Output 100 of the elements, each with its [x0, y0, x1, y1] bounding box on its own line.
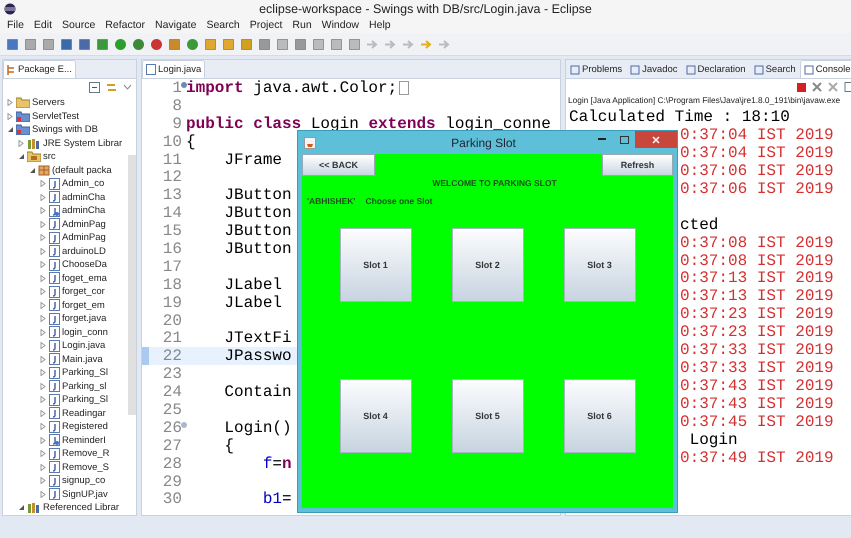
line-number: 22 — [162, 347, 182, 366]
view-tab[interactable]: Search — [750, 60, 800, 78]
console-line: 0:37:49 IST 2019 — [680, 448, 834, 467]
refresh-button[interactable]: Refresh — [602, 154, 673, 176]
tree-item[interactable]: adminCha — [62, 192, 106, 203]
dialog-title: Parking Slot — [450, 136, 517, 150]
console-line: Calculated Time : 18:10 — [569, 108, 790, 126]
line-number: 29 — [162, 472, 182, 491]
line-number: 21 — [162, 329, 182, 348]
code-line: { — [223, 436, 234, 455]
menu-item[interactable]: Navigate — [150, 19, 202, 31]
line-number: 14 — [162, 204, 182, 222]
slot-button[interactable]: Slot 6 — [564, 379, 636, 453]
menu-item[interactable]: File — [2, 19, 29, 31]
code-line: b1= — [262, 490, 292, 508]
tree-item[interactable]: Referenced Librar — [43, 502, 120, 514]
view-tab[interactable]: Console — [800, 60, 851, 78]
tree-item[interactable]: AdminPag — [62, 232, 106, 244]
code-line: JButton — [223, 240, 292, 258]
code-line: JButton — [223, 186, 292, 204]
menu-item[interactable]: Search — [201, 19, 245, 31]
tree-item[interactable]: forget_cor — [62, 286, 105, 298]
tree-item[interactable]: Registered — [62, 421, 108, 432]
console-line: 0:37:04 IST 2019 — [680, 126, 834, 144]
slot-button[interactable]: Slot 2 — [452, 228, 524, 302]
tree-item[interactable]: ReminderI — [62, 434, 106, 446]
line-number: 20 — [162, 312, 182, 330]
tree-item[interactable]: adminCha — [62, 205, 106, 216]
menu-item[interactable]: Help — [364, 19, 396, 31]
line-number: 24 — [162, 383, 182, 402]
code-line: Contain — [223, 383, 292, 402]
console-line: 0:37:13 IST 2019 — [680, 269, 834, 288]
console-line: 0:37:33 IST 2019 — [680, 359, 834, 378]
menu-item[interactable]: Window — [316, 19, 364, 31]
tree-item[interactable]: login_conn — [62, 326, 108, 338]
tree-item[interactable]: forget_em — [62, 300, 105, 311]
code-line: public class Login extends login_conne — [186, 114, 551, 133]
code-line: JPasswo — [223, 347, 292, 366]
code-line: JFrame — [223, 150, 282, 169]
tree-item[interactable]: JRE System Librar — [43, 138, 122, 149]
console-line: 0:37:08 IST 2019 — [680, 234, 834, 252]
view-tab[interactable]: Declaration — [682, 60, 750, 78]
tree-item[interactable]: ServletTest — [32, 110, 79, 122]
tree-item[interactable]: Parking_Sl — [62, 394, 108, 406]
tree-item[interactable]: Login.java — [62, 340, 106, 352]
console-line: 0:37:23 IST 2019 — [680, 323, 834, 342]
tree-item[interactable]: Servers — [32, 97, 65, 108]
line-number: 23 — [162, 365, 182, 384]
tree-item[interactable]: Remove_S — [62, 462, 109, 473]
line-number: 30 — [162, 490, 182, 508]
tree-item[interactable]: Parking_sl — [62, 380, 106, 392]
tree-item[interactable]: forget.java — [62, 313, 106, 324]
tree-item[interactable]: Readingar — [62, 408, 106, 419]
line-number: 11 — [162, 150, 182, 169]
console-line: 0:37:23 IST 2019 — [680, 305, 834, 324]
code-line: JTextFi — [223, 329, 292, 348]
line-number: 15 — [162, 222, 182, 240]
tree-item[interactable]: ChooseDa — [62, 259, 107, 270]
view-tab[interactable]: Javadoc — [626, 60, 682, 78]
tree-item[interactable]: (default packa — [52, 164, 112, 176]
line-number: 17 — [162, 258, 182, 276]
view-tab[interactable]: Problems — [566, 60, 626, 78]
tree-item[interactable]: arduinoLD — [62, 246, 106, 257]
menu-item[interactable]: Source — [57, 19, 100, 31]
user-name: 'ABHISHEK' — [307, 196, 356, 206]
tree-item[interactable]: foget_ema — [62, 272, 107, 284]
code-line: JLabel — [223, 294, 282, 312]
tree-item[interactable]: src — [43, 151, 56, 162]
slot-button[interactable]: Slot 5 — [452, 379, 524, 453]
prompt-text: Choose one Slot — [365, 196, 432, 206]
menu-item[interactable]: Run — [287, 19, 317, 31]
console-line: cted — [680, 216, 718, 234]
tree-item[interactable]: Swings with DB — [32, 124, 98, 136]
code-line: Login() — [223, 418, 292, 437]
menu-item[interactable]: Refactor — [100, 19, 150, 31]
console-line: 0:37:13 IST 2019 — [680, 287, 834, 306]
tree-item[interactable]: signup_co — [62, 475, 106, 486]
tree-item[interactable]: AdminPag — [62, 218, 106, 230]
slot-button[interactable]: Slot 4 — [340, 379, 412, 453]
package-explorer-tab[interactable]: Package E... — [3, 60, 76, 78]
tree-item[interactable]: Admin_co — [62, 178, 104, 190]
process-label: Login [Java Application] C:\Program Files\Java\jre1.8.0_191\bin\javaw.exe — [567, 95, 842, 107]
line-number: 1 — [172, 79, 182, 97]
code-line: JButton — [223, 204, 292, 222]
tree-item[interactable]: Parking_Sl — [62, 367, 108, 378]
slot-button[interactable]: Slot 3 — [564, 228, 636, 302]
menu-item[interactable]: Project — [244, 19, 288, 31]
line-number: 28 — [162, 454, 182, 473]
slot-button[interactable]: Slot 1 — [340, 228, 412, 302]
line-number: 9 — [172, 114, 182, 133]
back-button[interactable]: << BACK — [302, 154, 375, 176]
tree-item[interactable]: Main.java — [62, 354, 103, 365]
menu-item[interactable]: Edit — [28, 19, 58, 31]
tree-item[interactable]: SignUP.jav — [62, 488, 108, 500]
console-line: 0:37:06 IST 2019 — [680, 162, 834, 180]
console-line: 0:37:04 IST 2019 — [680, 144, 834, 162]
code-line: JLabel — [223, 276, 282, 294]
welcome-heading: WELCOME TO PARKING SLOT — [431, 178, 558, 188]
tree-item[interactable]: Remove_R — [62, 448, 110, 460]
editor-tab[interactable]: Login.java — [142, 60, 206, 78]
